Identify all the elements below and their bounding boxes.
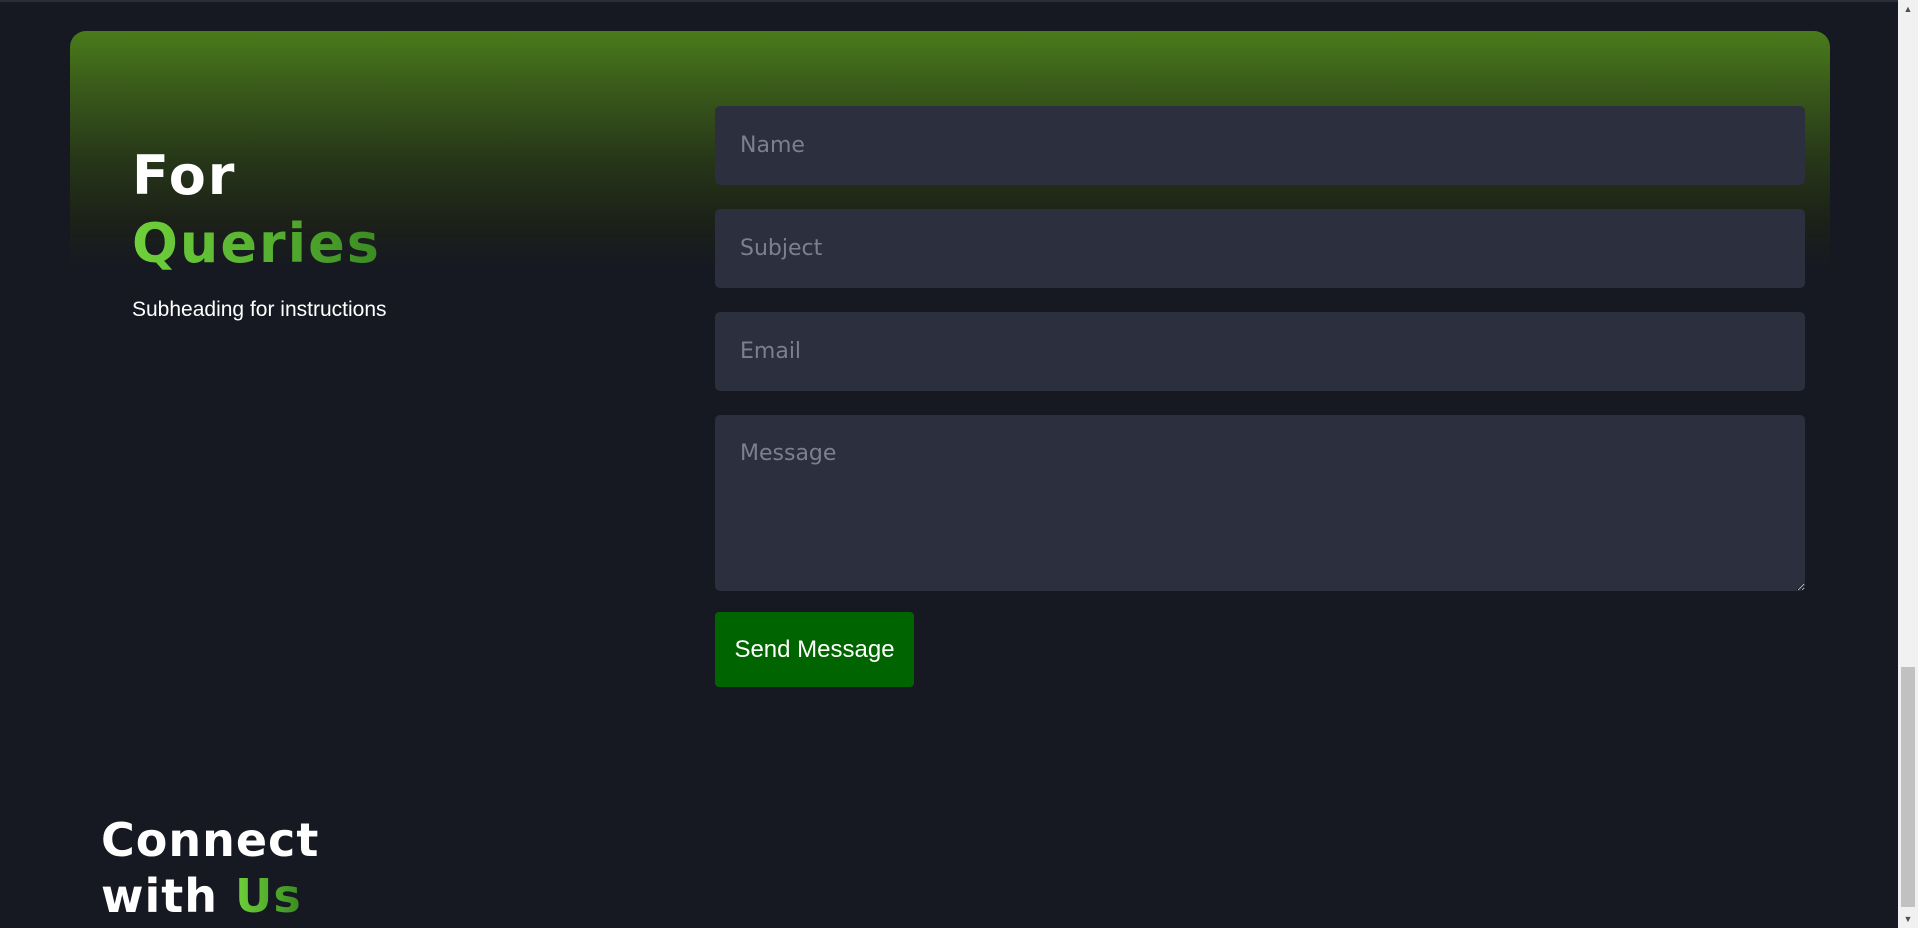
connect-with: with [101,869,219,923]
send-message-button[interactable]: Send Message [715,612,914,687]
connect-line2: with Us [101,868,319,924]
connect-line1: Connect [101,813,320,867]
connect-us: Us [235,869,302,923]
queries-subheading: Subheading for instructions [132,298,387,321]
heading-queries: Queries [132,210,381,278]
email-input[interactable] [715,312,1805,391]
name-input[interactable] [715,106,1805,185]
page: For Queries Subheading for instructions … [0,0,1918,928]
contact-form: Send Message [715,106,1805,687]
connect-heading: Connect with Us [101,812,319,924]
page-scrollbar[interactable]: ▲ ▼ [1898,0,1918,928]
scrollbar-thumb[interactable] [1901,667,1915,907]
scroll-up-arrow-icon[interactable]: ▲ [1898,0,1918,18]
message-textarea[interactable] [715,415,1805,591]
heading-for: For [132,144,237,207]
scroll-down-arrow-icon[interactable]: ▼ [1898,910,1918,928]
subject-input[interactable] [715,209,1805,288]
queries-heading: For Queries [132,142,381,278]
top-divider [0,0,1898,2]
